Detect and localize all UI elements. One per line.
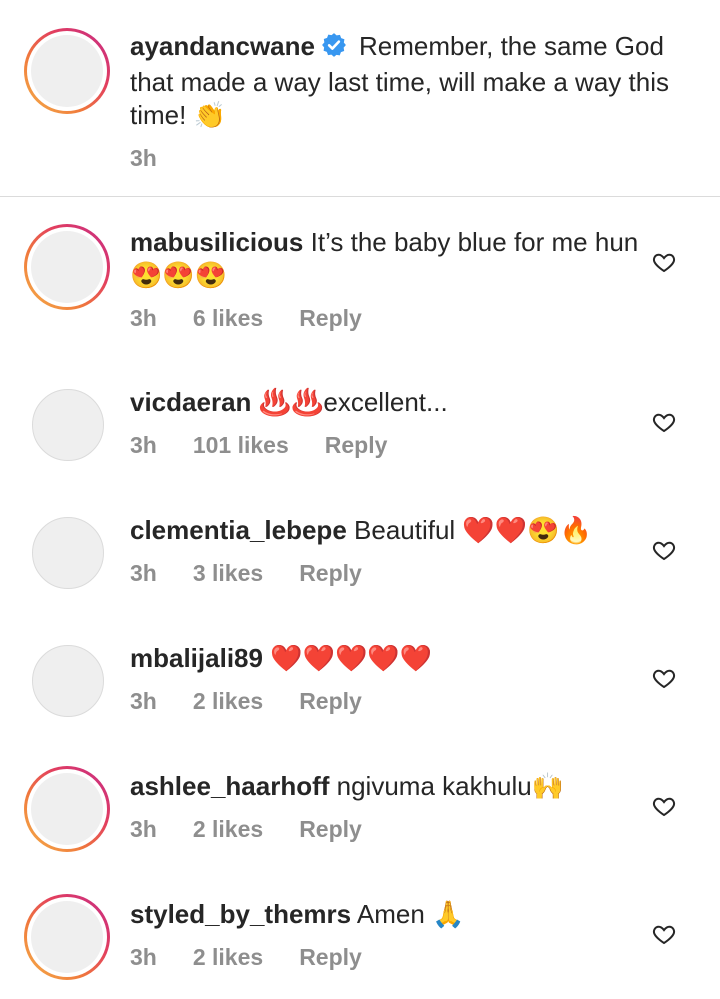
reply-button[interactable]: Reply (299, 816, 362, 842)
comment-likes[interactable]: 3 likes (193, 560, 263, 586)
commenter-avatar[interactable] (24, 894, 110, 980)
comment-likes[interactable]: 2 likes (193, 816, 263, 842)
post-caption: ayandancwane Remember, the same God that … (0, 0, 720, 197)
comment-text: styled_by_themrs Amen 🙏 (130, 898, 650, 931)
comment-username[interactable]: mabusilicious (130, 227, 303, 257)
reply-button[interactable]: Reply (299, 560, 362, 586)
heart-outline-icon[interactable] (652, 250, 676, 274)
comment-meta: 3h 6 likes Reply (130, 305, 398, 332)
comment-body: Beautiful ❤️❤️😍🔥 (354, 515, 592, 545)
comment-likes[interactable]: 101 likes (193, 432, 289, 458)
heart-outline-icon[interactable] (652, 922, 676, 946)
comment-likes[interactable]: 2 likes (193, 944, 263, 970)
reply-button[interactable]: Reply (299, 944, 362, 970)
comment-timestamp: 3h (130, 432, 157, 458)
comment-timestamp: 3h (130, 944, 157, 970)
comment-username[interactable]: clementia_lebepe (130, 515, 347, 545)
caption-meta: 3h (130, 145, 193, 172)
verified-badge-icon (321, 32, 347, 66)
comment-text: ashlee_haarhoff ngivuma kakhulu🙌 (130, 770, 650, 803)
comment-username[interactable]: styled_by_themrs (130, 899, 351, 929)
caption-avatar[interactable] (24, 28, 110, 114)
comment-meta: 3h 3 likes Reply (130, 560, 398, 587)
caption-text-block: ayandancwane Remember, the same God that … (130, 30, 670, 132)
commenter-avatar[interactable] (24, 224, 110, 310)
comment-timestamp: 3h (130, 688, 157, 714)
heart-outline-icon[interactable] (652, 794, 676, 818)
commenter-avatar[interactable] (32, 645, 104, 717)
heart-outline-icon[interactable] (652, 410, 676, 434)
comment-text: mabusilicious It’s the baby blue for me … (130, 226, 650, 292)
comment-timestamp: 3h (130, 560, 157, 586)
comment-body: ngivuma kakhulu🙌 (336, 771, 565, 801)
commenter-avatar[interactable] (24, 766, 110, 852)
comment-username[interactable]: ashlee_haarhoff (130, 771, 329, 801)
comment-body: ♨️♨️excellent... (258, 387, 448, 417)
comment-username[interactable]: vicdaeran (130, 387, 251, 417)
comment-meta: 3h 101 likes Reply (130, 432, 423, 459)
reply-button[interactable]: Reply (299, 688, 362, 714)
comment-text: mbalijali89 ❤️❤️❤️❤️❤️ (130, 642, 650, 675)
commenter-avatar[interactable] (32, 517, 104, 589)
comment-timestamp: 3h (130, 816, 157, 842)
commenter-avatar[interactable] (32, 389, 104, 461)
comment-timestamp: 3h (130, 305, 157, 331)
comment-likes[interactable]: 2 likes (193, 688, 263, 714)
comment-username[interactable]: mbalijali89 (130, 643, 263, 673)
heart-outline-icon[interactable] (652, 538, 676, 562)
comment-text: clementia_lebepe Beautiful ❤️❤️😍🔥 (130, 514, 650, 547)
comment-likes[interactable]: 6 likes (193, 305, 263, 331)
heart-outline-icon[interactable] (652, 666, 676, 690)
comment-meta: 3h 2 likes Reply (130, 688, 398, 715)
caption-timestamp: 3h (130, 145, 157, 171)
caption-username[interactable]: ayandancwane (130, 31, 315, 61)
comment-text: vicdaeran ♨️♨️excellent... (130, 386, 650, 419)
comment-body: ❤️❤️❤️❤️❤️ (270, 643, 433, 673)
reply-button[interactable]: Reply (299, 305, 362, 331)
comment-body: Amen 🙏 (356, 899, 465, 929)
comment-meta: 3h 2 likes Reply (130, 944, 398, 971)
reply-button[interactable]: Reply (325, 432, 388, 458)
comment-meta: 3h 2 likes Reply (130, 816, 398, 843)
